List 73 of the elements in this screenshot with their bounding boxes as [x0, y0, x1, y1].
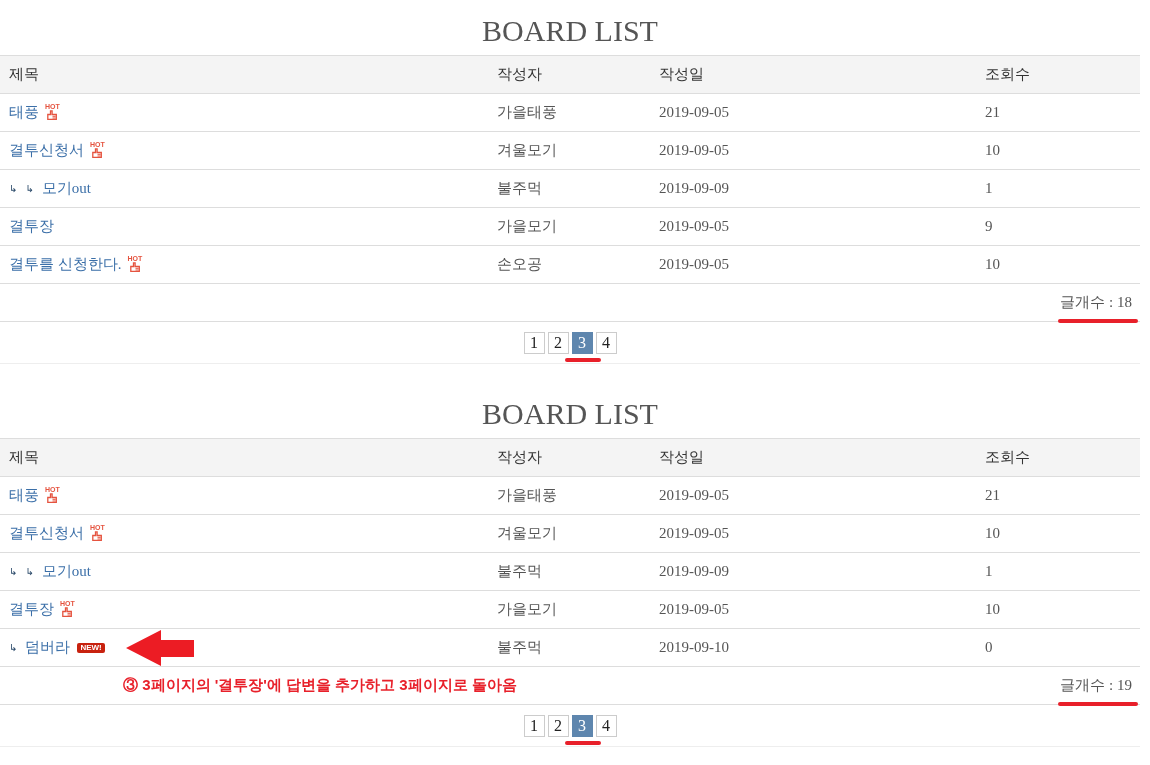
annotation-note: ③ 3페이지의 '결투장'에 답변을 추가하고 3페이지로 돌아옴 — [123, 676, 517, 695]
post-title-link[interactable]: 모기out — [41, 179, 91, 198]
post-title-link[interactable]: 결투신청서 — [9, 524, 84, 543]
thumbs-up-icon — [47, 110, 58, 120]
view-count: 10 — [976, 245, 1140, 284]
post-date: 2019-09-10 — [650, 628, 976, 667]
view-count: 21 — [976, 476, 1140, 515]
thumbs-up-icon — [129, 262, 140, 272]
thumbs-up-icon — [47, 493, 58, 503]
reply-mark: ↳ — [9, 642, 18, 653]
author-name: 겨울모기 — [488, 514, 650, 553]
page-button[interactable]: 1 — [523, 331, 545, 354]
reply-mark: ↳ — [9, 183, 18, 194]
thumbs-up-icon — [62, 607, 73, 617]
thumbs-up-icon — [92, 531, 103, 541]
post-date: 2019-09-05 — [650, 93, 976, 132]
view-count: 1 — [976, 552, 1140, 591]
post-date: 2019-09-05 — [650, 131, 976, 170]
author-name: 불주먹 — [488, 552, 650, 591]
view-count: 10 — [976, 514, 1140, 553]
column-header: 제목 — [0, 55, 488, 94]
post-title-link[interactable]: 결투를 신청한다. — [9, 255, 122, 274]
author-name: 손오공 — [488, 245, 650, 284]
page-button[interactable]: 4 — [595, 714, 617, 737]
new-badge: NEW! — [77, 642, 105, 653]
post-date: 2019-09-09 — [650, 552, 976, 591]
post-date: 2019-09-05 — [650, 245, 976, 284]
post-count: 글개수 : 18 — [1060, 293, 1132, 312]
post-title-link[interactable]: 덤버라 — [25, 638, 71, 657]
page-button[interactable]: 2 — [547, 331, 569, 354]
author-name: 가을태풍 — [488, 476, 650, 515]
reply-mark: ↳ — [25, 183, 34, 194]
column-header: 작성일 — [650, 55, 976, 94]
post-title-link[interactable]: 결투신청서 — [9, 141, 84, 160]
view-count: 10 — [976, 590, 1140, 629]
page-button[interactable]: 2 — [547, 714, 569, 737]
post-date: 2019-09-05 — [650, 590, 976, 629]
post-date: 2019-09-09 — [650, 169, 976, 208]
post-date: 2019-09-05 — [650, 514, 976, 553]
post-title-link[interactable]: 태풍 — [9, 103, 39, 122]
column-header: 작성자 — [488, 55, 650, 94]
reply-mark: ↳ — [9, 566, 18, 577]
column-header: 조회수 — [976, 438, 1140, 477]
view-count: 0 — [976, 628, 1140, 667]
page-button[interactable]: 3 — [571, 714, 593, 737]
column-header: 제목 — [0, 438, 488, 477]
post-title-link[interactable]: 태풍 — [9, 486, 39, 505]
board-title: BOARD LIST — [481, 12, 659, 49]
reply-mark: ↳ — [25, 566, 34, 577]
author-name: 불주먹 — [488, 628, 650, 667]
post-date: 2019-09-05 — [650, 207, 976, 246]
column-header: 작성일 — [650, 438, 976, 477]
thumbs-up-icon — [92, 148, 103, 158]
board-title: BOARD LIST — [481, 395, 659, 432]
author-name: 불주먹 — [488, 169, 650, 208]
post-title-link[interactable]: 결투장 — [9, 217, 54, 236]
view-count: 10 — [976, 131, 1140, 170]
page-button[interactable]: 4 — [595, 331, 617, 354]
author-name: 가을모기 — [488, 207, 650, 246]
column-header: 조회수 — [976, 55, 1140, 94]
column-header: 작성자 — [488, 438, 650, 477]
post-date: 2019-09-05 — [650, 476, 976, 515]
post-title-link[interactable]: 결투장 — [9, 600, 54, 619]
view-count: 21 — [976, 93, 1140, 132]
view-count: 1 — [976, 169, 1140, 208]
view-count: 9 — [976, 207, 1140, 246]
page-button[interactable]: 1 — [523, 714, 545, 737]
page-button[interactable]: 3 — [571, 331, 593, 354]
author-name: 겨울모기 — [488, 131, 650, 170]
author-name: 가을모기 — [488, 590, 650, 629]
post-count: 글개수 : 19 — [1060, 676, 1132, 695]
post-title-link[interactable]: 모기out — [41, 562, 91, 581]
author-name: 가을태풍 — [488, 93, 650, 132]
